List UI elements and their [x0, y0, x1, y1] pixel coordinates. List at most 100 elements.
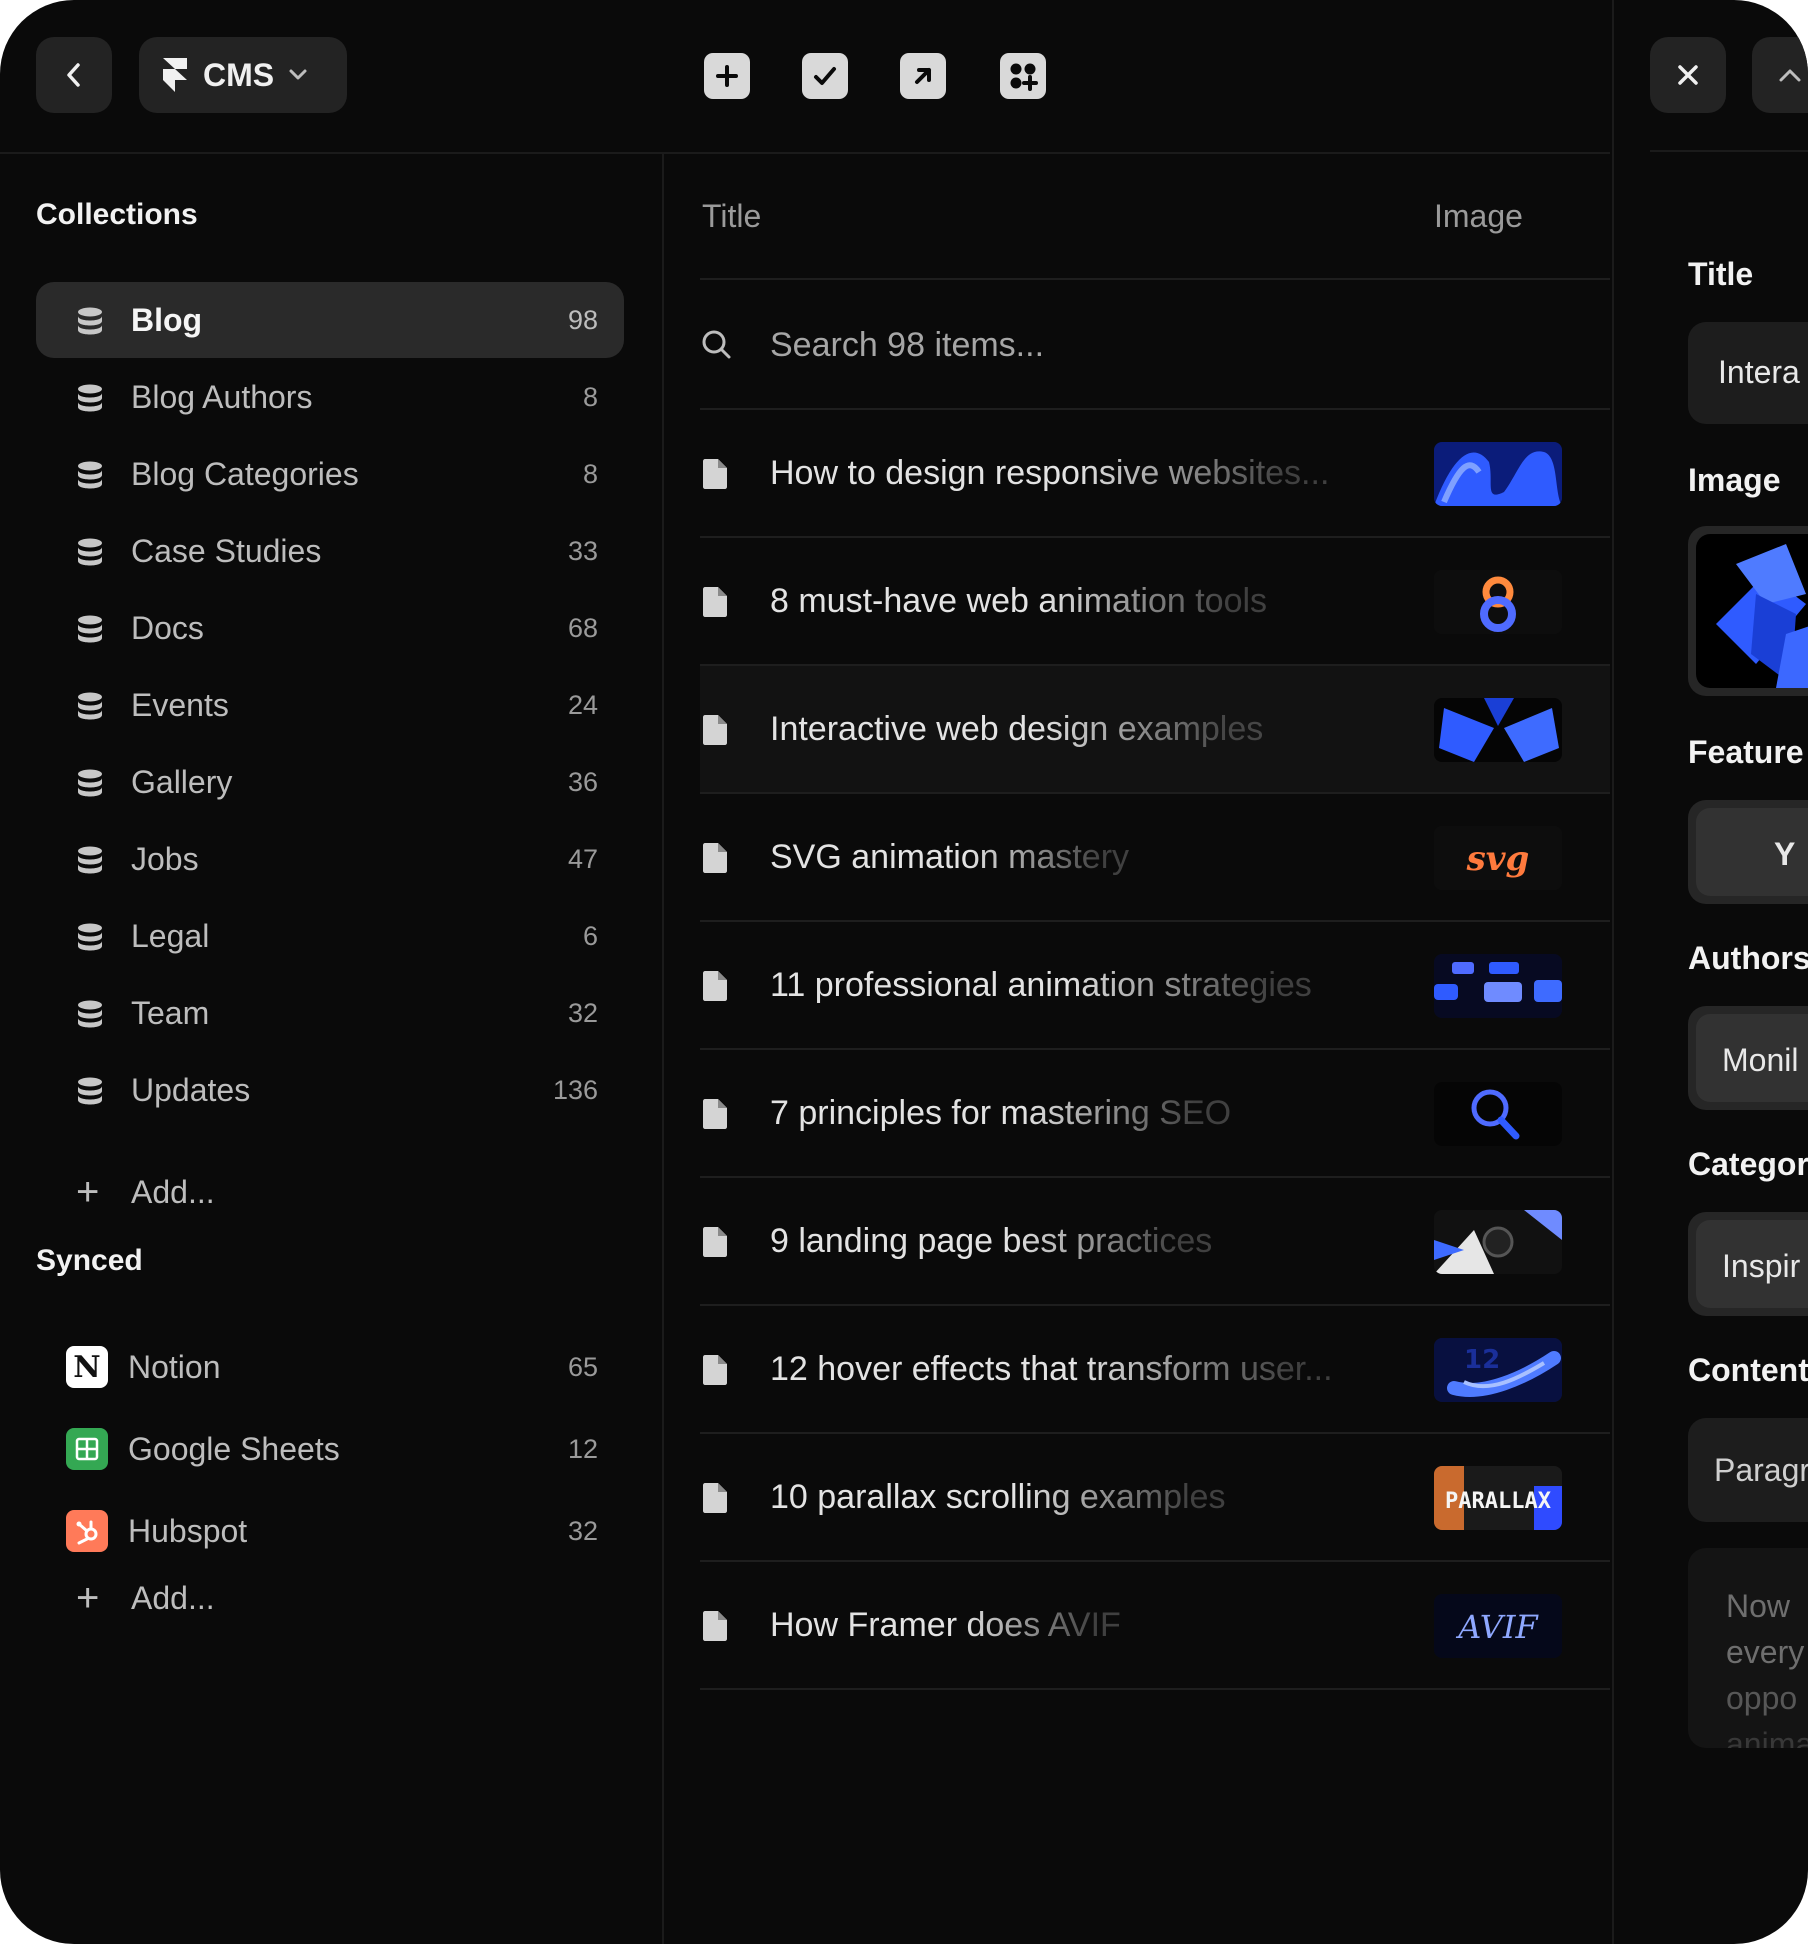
svg-text:12: 12: [1464, 1345, 1500, 1375]
image-field[interactable]: [1688, 526, 1808, 696]
authors-field[interactable]: Monil: [1688, 1006, 1808, 1110]
cms-dropdown[interactable]: CMS: [139, 37, 347, 113]
featured-toggle[interactable]: Y: [1688, 800, 1808, 904]
item-title: Interactive web design examples: [770, 710, 1264, 748]
open-external-icon[interactable]: [900, 53, 946, 99]
table-row[interactable]: 10 parallax scrolling examples PARALLAX: [700, 1434, 1610, 1560]
sidebar-item-count: 33: [567, 535, 598, 566]
sidebar-item-blog-categories[interactable]: Blog Categories 8: [36, 436, 624, 512]
items-list: Title Image Search 98 items... How to de…: [664, 152, 1610, 1944]
synced-item-google-sheets[interactable]: Google Sheets 12: [36, 1414, 624, 1484]
chevron-down-icon: [289, 69, 307, 80]
google-sheets-icon: [66, 1428, 108, 1470]
item-thumbnail: svg: [1434, 826, 1562, 890]
database-icon: [78, 538, 102, 566]
add-item-icon[interactable]: [704, 53, 750, 99]
synced-item-hubspot[interactable]: Hubspot 32: [36, 1496, 624, 1566]
sidebar-item-legal[interactable]: Legal 6: [36, 898, 624, 974]
table-row[interactable]: 9 landing page best practices: [700, 1178, 1610, 1304]
database-icon: [78, 1000, 102, 1028]
sidebar-item-team[interactable]: Team 32: [36, 975, 624, 1051]
content-format-value: Paragr: [1714, 1452, 1808, 1488]
item-thumbnail: 12: [1434, 1338, 1562, 1402]
sidebar-item-count: 8: [582, 458, 598, 489]
document-icon: [703, 587, 727, 617]
author-chip[interactable]: Monil: [1696, 1014, 1808, 1102]
add-synced-button[interactable]: + Add...: [36, 1568, 436, 1628]
database-icon: [78, 307, 102, 335]
sidebar-item-count: 36: [567, 766, 598, 797]
plus-icon: +: [76, 1576, 100, 1620]
sidebar-item-count: 24: [567, 689, 598, 720]
document-icon: [703, 1483, 727, 1513]
sidebar-item-updates[interactable]: Updates 136: [36, 1052, 624, 1128]
column-header-image[interactable]: Image: [1434, 198, 1523, 235]
svg-text:AVIF: AVIF: [1455, 1608, 1539, 1646]
sidebar-item-jobs[interactable]: Jobs 47: [36, 821, 624, 897]
document-icon: [703, 459, 727, 489]
sidebar-item-gallery[interactable]: Gallery 36: [36, 744, 624, 820]
item-thumbnail: [1434, 442, 1562, 506]
add-collection-button[interactable]: + Add...: [36, 1162, 436, 1222]
table-row[interactable]: How Framer does AVIF AVIF: [700, 1562, 1610, 1688]
svg-text:PARALLAX: PARALLAX: [1445, 1489, 1551, 1514]
synced-item-count: 65: [567, 1351, 598, 1382]
content-format-select[interactable]: Paragr: [1688, 1418, 1808, 1522]
featured-option[interactable]: Y: [1696, 808, 1808, 896]
document-icon: [703, 843, 727, 873]
item-thumbnail: [1434, 954, 1562, 1018]
synced-item-count: 32: [567, 1515, 598, 1546]
close-button[interactable]: [1650, 37, 1726, 113]
plus-icon: +: [76, 1170, 100, 1214]
sidebar-item-label: Legal: [131, 917, 210, 954]
detail-panel: Title Intera Image Feature Y Authors Mon…: [1612, 0, 1808, 1944]
column-header-title[interactable]: Title: [702, 198, 761, 235]
item-title: 9 landing page best practices: [770, 1222, 1213, 1260]
table-row[interactable]: 7 principles for mastering SEO: [700, 1050, 1610, 1176]
table-row[interactable]: SVG animation mastery svg: [700, 794, 1610, 920]
checkmark-icon[interactable]: [802, 53, 848, 99]
close-icon: [1678, 65, 1698, 85]
synced-item-count: 12: [567, 1433, 598, 1464]
back-button[interactable]: [36, 37, 112, 113]
content-line: Now: [1726, 1588, 1791, 1624]
database-icon: [78, 692, 102, 720]
table-row[interactable]: 8 must-have web animation tools: [700, 538, 1610, 664]
sidebar-item-case-studies[interactable]: Case Studies 33: [36, 513, 624, 589]
table-row[interactable]: 11 professional animation strategies: [700, 922, 1610, 1048]
item-thumbnail: PARALLAX: [1434, 1466, 1562, 1530]
category-field[interactable]: Inspir: [1688, 1212, 1808, 1316]
title-value: Intera: [1718, 354, 1800, 390]
sidebar-item-label: Updates: [131, 1071, 251, 1108]
table-row[interactable]: 12 hover effects that transform user... 1…: [700, 1306, 1610, 1432]
sidebar-item-docs[interactable]: Docs 68: [36, 590, 624, 666]
sidebar-item-label: Events: [131, 686, 229, 723]
divider: [700, 1688, 1610, 1690]
category-chip[interactable]: Inspir: [1696, 1220, 1808, 1308]
title-input[interactable]: Intera: [1688, 322, 1808, 424]
sidebar-item-label: Blog: [131, 301, 203, 338]
document-icon: [703, 1355, 727, 1385]
sidebar-item-events[interactable]: Events 24: [36, 667, 624, 743]
divider: [700, 278, 1610, 280]
sidebar-item-blog[interactable]: Blog 98: [36, 282, 624, 358]
item-thumbnail: [1434, 1210, 1562, 1274]
item-thumbnail: [1434, 1082, 1562, 1146]
sidebar-item-count: 8: [582, 381, 598, 412]
cms-window: CMS Collections Blog 98 Blog Authors 8 Blog …: [0, 0, 1808, 1944]
table-row[interactable]: Interactive web design examples: [700, 666, 1610, 792]
svg-text:svg: svg: [1466, 839, 1530, 879]
item-thumbnail: [1434, 698, 1562, 762]
search-input[interactable]: Search 98 items...: [770, 326, 1044, 365]
table-row[interactable]: How to design responsive websites...: [700, 410, 1610, 536]
synced-item-notion[interactable]: N Notion 65: [36, 1332, 624, 1402]
synced-item-label: Google Sheets: [128, 1430, 340, 1467]
plugins-grid-icon[interactable]: [1000, 53, 1046, 99]
document-icon: [703, 1611, 727, 1641]
search-row[interactable]: Search 98 items...: [700, 282, 1610, 408]
content-editor[interactable]: Now every oppo anima: [1688, 1548, 1808, 1748]
item-title: SVG animation mastery: [770, 838, 1130, 876]
chevron-up-icon: [1779, 69, 1801, 82]
sidebar-item-blog-authors[interactable]: Blog Authors 8: [36, 359, 624, 435]
previous-item-button[interactable]: [1752, 37, 1808, 113]
